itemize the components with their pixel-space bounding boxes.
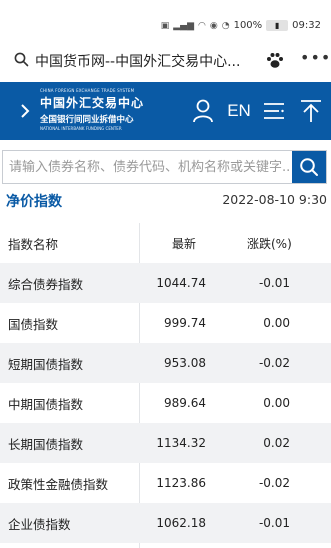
column-header-latest: 最新 xyxy=(171,236,196,251)
logo-cn-subtitle: 全国银行间同业拆借中心 xyxy=(40,115,134,125)
clock: 09:32 xyxy=(292,20,321,31)
index-name: 企业债指数 xyxy=(8,516,71,532)
site-header: CHINA FOREIGN EXCHANGE TRADE SYSTEM 中国外汇… xyxy=(0,82,331,140)
index-change: 0.02 xyxy=(263,436,290,450)
menu-icon[interactable] xyxy=(262,96,286,126)
status-bar: ▣ ▂▄▆ ◠ ◉ ◔ 100% ▮ 09:32 xyxy=(0,0,331,45)
more-icon[interactable]: ••• xyxy=(300,48,331,67)
logo-icon[interactable] xyxy=(8,91,40,131)
index-name: 国债指数 xyxy=(8,316,59,332)
table-row[interactable]: 中期国债指数 989.64 0.00 xyxy=(0,383,331,423)
index-name: 短期国债指数 xyxy=(8,356,84,372)
logo-en-bottom: NATIONAL INTERBANK FUNDING CENTER xyxy=(40,126,122,131)
table-row[interactable]: 综合债券指数 1044.74 -0.01 xyxy=(0,263,331,303)
paw-icon[interactable] xyxy=(266,52,284,73)
index-name: 综合债券指数 xyxy=(8,276,84,292)
table-row[interactable]: 企业债指数 1062.18 -0.01 xyxy=(0,503,331,543)
eye-icon: ◉ xyxy=(209,20,218,31)
index-name: 中期国债指数 xyxy=(8,396,84,412)
table-row[interactable]: 政策性金融债指数 1123.86 -0.02 xyxy=(0,463,331,503)
search-box xyxy=(2,150,327,184)
index-change: -0.02 xyxy=(258,476,290,490)
index-change: 0.00 xyxy=(263,396,290,410)
index-change: -0.02 xyxy=(258,356,290,370)
battery-icon: ▮ xyxy=(266,20,289,31)
section-header: 净价指数 2022-08-10 9:30 xyxy=(0,190,331,212)
index-latest: 1044.74 xyxy=(156,276,206,290)
section-title: 净价指数 xyxy=(6,194,62,210)
index-latest: 989.64 xyxy=(164,396,206,410)
status-icons: ▣ ▂▄▆ ◠ ◉ ◔ 100% ▮ 09:32 xyxy=(161,20,321,31)
index-change: -0.01 xyxy=(258,516,290,530)
language-toggle[interactable]: EN xyxy=(226,96,252,126)
index-latest: 1134.32 xyxy=(156,436,206,450)
index-change: 0.00 xyxy=(263,316,290,330)
user-icon[interactable] xyxy=(190,96,216,126)
column-header-name: 指数名称 xyxy=(8,236,59,252)
search-icon[interactable] xyxy=(14,52,29,71)
index-latest: 1123.86 xyxy=(156,476,206,490)
index-latest: 999.74 xyxy=(164,316,206,330)
column-header-change: 涨跌(%) xyxy=(247,236,292,251)
index-name: 长期国债指数 xyxy=(8,436,84,452)
signal-icon: ▂▄▆ xyxy=(173,20,194,31)
back-to-top-icon[interactable] xyxy=(297,96,325,126)
alarm-icon: ◔ xyxy=(221,20,230,31)
table-header: 指数名称 最新 涨跌(%) xyxy=(0,223,331,263)
battery-level: 100% xyxy=(233,20,263,31)
sim-icon: ▣ xyxy=(160,20,170,31)
search-icon xyxy=(300,158,318,176)
logo-cn-title: 中国外汇交易中心 xyxy=(40,96,145,110)
table-row[interactable]: 短期国债指数 953.08 -0.02 xyxy=(0,343,331,383)
browser-url-bar[interactable]: 中国货币网--中国外汇交易中心... ••• xyxy=(0,45,331,77)
index-latest: 1062.18 xyxy=(156,516,206,530)
index-change: -0.01 xyxy=(258,276,290,290)
index-name: 政策性金融债指数 xyxy=(8,476,109,492)
table-row[interactable]: 长期国债指数 1134.32 0.02 xyxy=(0,423,331,463)
section-timestamp: 2022-08-10 9:30 xyxy=(222,192,327,207)
logo-text: CHINA FOREIGN EXCHANGE TRADE SYSTEM 中国外汇… xyxy=(40,88,144,131)
table-row[interactable]: 国债指数 999.74 0.00 xyxy=(0,303,331,343)
search-button[interactable] xyxy=(292,151,326,183)
search-input[interactable] xyxy=(3,151,291,183)
index-latest: 953.08 xyxy=(164,356,206,370)
wifi-icon: ◠ xyxy=(198,20,206,31)
page-title: 中国货币网--中国外汇交易中心... xyxy=(35,54,241,70)
logo-en-top: CHINA FOREIGN EXCHANGE TRADE SYSTEM xyxy=(40,88,135,93)
index-table: 指数名称 最新 涨跌(%) 综合债券指数 1044.74 -0.01 国债指数 … xyxy=(0,223,331,543)
